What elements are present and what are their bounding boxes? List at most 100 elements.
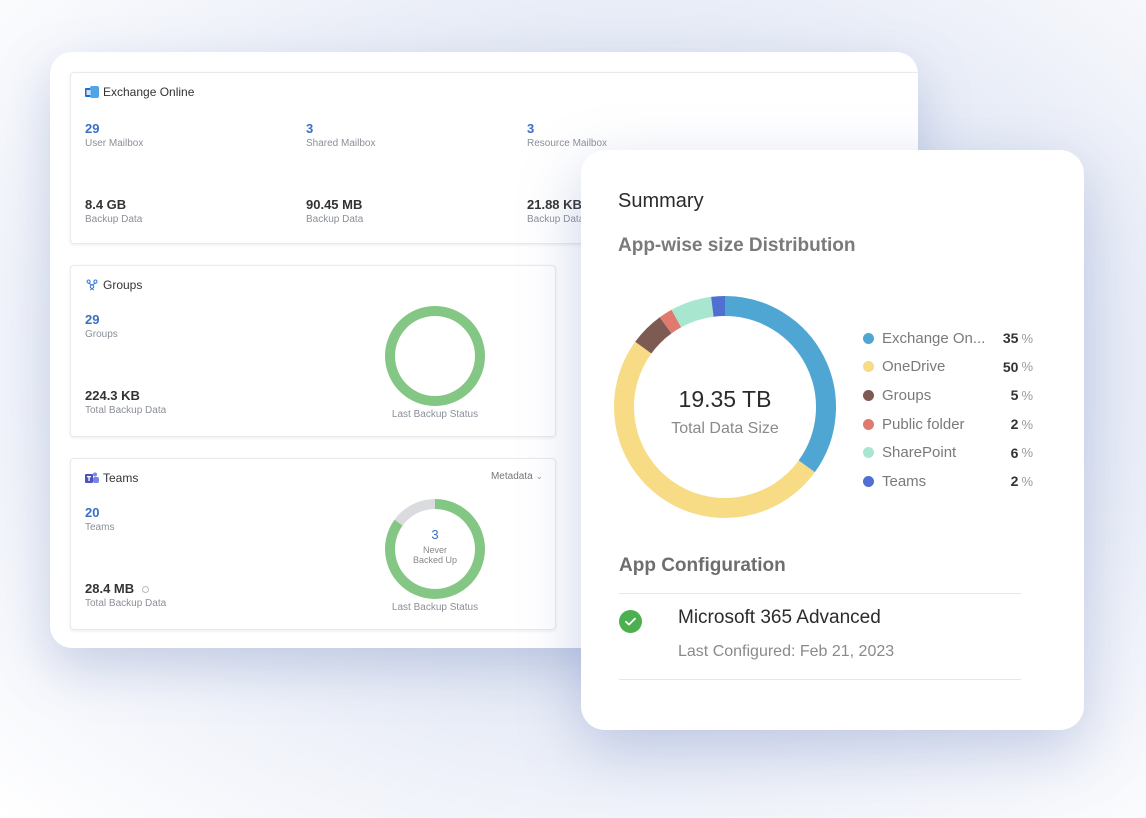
legend-item[interactable]: Public folder 2% [863,410,1033,439]
chevron-down-icon: ⌄ [535,471,543,481]
legend-unit: % [1021,330,1033,346]
legend-color-dot [863,361,874,373]
summary-panel: Summary App-wise size Distribution 19.35… [581,150,1084,730]
legend-item[interactable]: Teams 2% [863,467,1033,496]
groups-size-label: Total Backup Data [85,405,167,416]
donut-slice-teams [711,296,726,317]
teams-never-backed-up: 3 Never Backed Up [383,527,487,565]
chart-legend: Exchange On... 35% OneDrive 50% Groups 5% Publ… [863,324,1033,496]
legend-value: 2 [1010,473,1019,490]
legend-label: OneDrive [882,358,946,376]
legend-label: SharePoint [882,444,957,462]
legend-label: Public folder [882,415,965,433]
teams-size-row: 28.4 MB [85,581,166,596]
legend-color-dot [863,389,874,401]
divider [619,679,1021,680]
divider [619,593,1021,594]
groups-card: Groups 29 Groups 224.3 KB Total Backup D… [70,265,556,437]
groups-size-stat: 224.3 KB Total Backup Data [85,388,166,416]
teams-count: 20 [85,505,100,520]
never-label: Never [422,545,447,555]
legend-item[interactable]: OneDrive 50% [863,353,1033,382]
teams-title: Teams [85,471,138,485]
legend-label: Exchange On... [882,329,986,347]
groups-label: Groups [103,278,143,292]
legend-value: 35 [1002,330,1019,347]
teams-count-label: Teams [85,522,115,533]
resource-mailbox-size-label: Backup Data [527,214,585,225]
teams-status-caption: Last Backup Status [391,602,479,613]
groups-title: Groups [85,278,142,292]
legend-unit: % [1021,387,1033,403]
groups-status-caption: Last Backup Status [391,409,479,420]
shared-mailbox-label: Shared Mailbox [306,138,376,149]
never-backed-up-segment [394,499,436,526]
legend-item[interactable]: SharePoint 6% [863,438,1033,467]
groups-count-label: Groups [85,329,118,340]
resource-mailbox-stat: 3 Resource Mailbox [527,121,607,149]
resource-mailbox-label: Resource Mailbox [527,138,608,149]
legend-value: 50 [1002,358,1019,375]
donut-slice-sharepoint [671,296,714,328]
legend-value: 5 [1010,387,1019,404]
legend-value: 2 [1010,416,1019,433]
legend-unit: % [1021,445,1033,461]
never-backed-up-count: 3 [431,527,439,542]
metadata-dropdown-label: Metadata [490,471,533,482]
info-icon[interactable] [141,586,149,594]
exchange-icon [85,86,99,98]
summary-title: Summary [618,190,704,212]
shared-mailbox-stat: 3 Shared Mailbox [306,121,375,149]
shared-mailbox-size-value: 90.45 MB [306,197,363,212]
last-configured-date: Last Configured: Feb 21, 2023 [678,643,895,660]
groups-count: 29 [85,312,100,327]
legend-unit: % [1021,416,1033,432]
legend-unit: % [1021,359,1033,375]
legend-value: 6 [1010,444,1019,461]
legend-item[interactable]: Exchange On... 35% [863,324,1033,353]
legend-label: Groups [882,386,932,404]
resource-mailbox-size: 21.88 KB Backup Data [527,197,584,225]
donut-slice-groups [635,317,672,354]
user-mailbox-size-value: 8.4 GB [85,197,127,212]
shared-mailbox-size-label: Backup Data [306,214,364,225]
resource-mailbox-count: 3 [527,121,535,136]
groups-backup-status-donut [385,306,485,406]
user-mailbox-count: 29 [85,121,100,136]
metadata-dropdown[interactable]: Metadata ⌄ [491,471,543,482]
shared-mailbox-count: 3 [306,121,314,136]
user-mailbox-stat: 29 User Mailbox [85,121,143,149]
teams-icon [85,472,99,483]
user-mailbox-size-label: Backup Data [85,214,143,225]
shared-mailbox-size: 90.45 MB Backup Data [306,197,363,225]
total-data-size-label: Total Data Size [671,420,779,437]
distribution-title: App-wise size Distribution [618,235,856,256]
total-data-size-value: 19.35 TB [678,386,772,412]
check-circle-icon [619,610,642,633]
backed-up-label: Backed Up [412,555,458,565]
legend-unit: % [1021,473,1033,489]
legend-color-dot [863,332,874,344]
resource-mailbox-size-value: 21.88 KB [527,197,582,212]
exchange-online-label: Exchange Online [103,85,195,99]
app-configuration-title: App Configuration [619,555,786,576]
teams-size-label: Total Backup Data [85,598,167,609]
legend-color-dot [863,475,874,487]
groups-icon [86,279,98,291]
legend-item[interactable]: Groups 5% [863,381,1033,410]
donut-slice-public-folder [659,309,682,334]
groups-size: 224.3 KB [85,388,140,403]
teams-card: Teams Metadata ⌄ 20 Teams 28.4 MB Total … [70,458,556,630]
legend-color-dot [863,418,874,430]
user-mailbox-size: 8.4 GB Backup Data [85,197,142,225]
legend-color-dot [863,447,874,459]
teams-label: Teams [103,471,139,485]
teams-size-stat: 28.4 MB Total Backup Data [85,581,166,609]
backed-up-segment [385,306,485,406]
legend-label: Teams [882,472,927,490]
exchange-online-title: Exchange Online [85,85,194,99]
teams-count-stat: 20 Teams [85,505,114,533]
groups-count-stat: 29 Groups [85,312,118,340]
user-mailbox-label: User Mailbox [85,138,144,149]
configuration-name: Microsoft 365 Advanced [678,607,881,628]
